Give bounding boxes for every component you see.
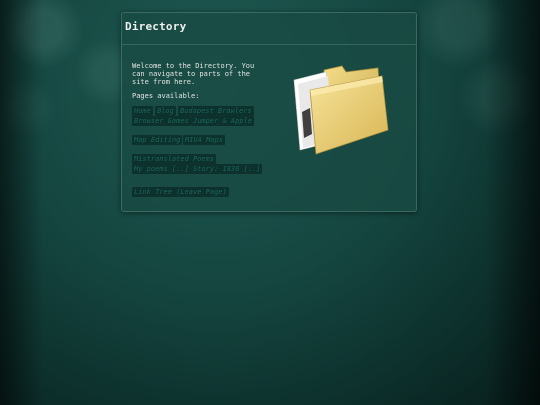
link-story-1830[interactable]: Story: 1830 [:.] [191, 164, 263, 174]
panel-title: Directory [125, 20, 187, 33]
link-my-poems[interactable]: My poems [:.] [132, 164, 191, 174]
link-budapest-brawlers[interactable]: Budapest Brawlers [178, 106, 254, 116]
link-mistranslated-poems[interactable]: Mistranslated Poems [132, 154, 217, 164]
link-map-editing[interactable]: Map Editing [132, 135, 183, 145]
title-divider [122, 44, 416, 45]
link-blog[interactable]: Blog [155, 106, 176, 116]
open-folder-icon [293, 65, 389, 155]
link-home[interactable]: Home [132, 106, 153, 116]
intro-text: Welcome to the Directory. You can naviga… [132, 62, 255, 86]
link-jumper-apple[interactable]: Jumper & Apple [191, 116, 255, 126]
link-link-tree[interactable]: Link Tree (Leave Page) [132, 187, 229, 197]
pages-available-label: Pages available: [132, 92, 200, 100]
link-browser-games[interactable]: Browser Games [132, 116, 191, 126]
link-miva-maps[interactable]: MIVA Maps [183, 135, 225, 145]
